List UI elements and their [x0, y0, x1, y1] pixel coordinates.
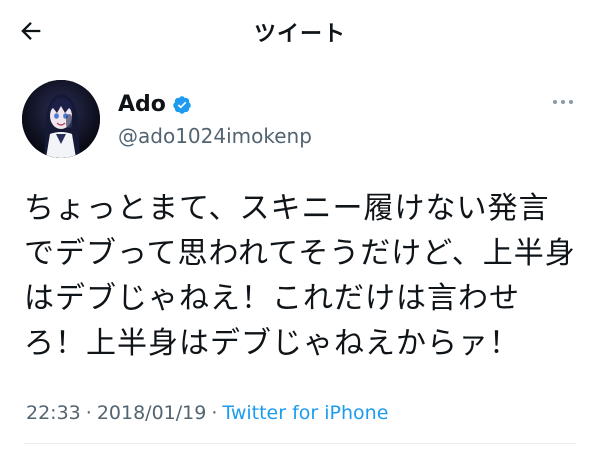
- verified-badge-icon: [172, 95, 192, 115]
- tweet-meta: 22:33 · 2018/01/19 · Twitter for iPhone: [26, 402, 388, 424]
- tweet-time[interactable]: 22:33: [26, 402, 81, 424]
- header: ツイート: [0, 0, 600, 62]
- display-name-row: Ado: [118, 92, 192, 117]
- tweet-text: ちょっとまて、スキニー履けない発言でデブって思われてそうだけど、上半身はデブじゃ…: [24, 191, 576, 361]
- tweet-date[interactable]: 2018/01/19: [97, 402, 207, 424]
- avatar[interactable]: [22, 80, 100, 158]
- more-options-button[interactable]: [548, 92, 578, 112]
- more-horizontal-icon: [553, 100, 573, 104]
- page-title: ツイート: [253, 22, 346, 47]
- tweet-page: ツイート Ado @ado1024imokenp ちょっとまて、スキニー履けない…: [0, 0, 600, 458]
- user-handle[interactable]: @ado1024imokenp: [118, 124, 312, 148]
- meta-separator: ·: [211, 402, 218, 424]
- tweet-source-link[interactable]: Twitter for iPhone: [222, 402, 388, 424]
- meta-separator: ·: [85, 402, 92, 424]
- tweet-author: Ado @ado1024imokenp: [22, 80, 578, 164]
- divider: [24, 443, 576, 444]
- display-name[interactable]: Ado: [118, 92, 166, 117]
